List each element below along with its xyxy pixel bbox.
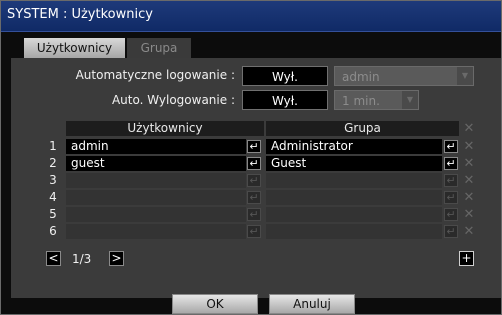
row-number: 4 bbox=[49, 190, 57, 204]
enter-icon[interactable]: ↵ bbox=[247, 157, 261, 170]
auto-logout-select[interactable]: Wył. bbox=[242, 90, 328, 110]
enter-icon: ↵ bbox=[247, 208, 261, 221]
group-cell[interactable]: Administrator bbox=[266, 139, 442, 154]
add-user-button[interactable]: + bbox=[459, 251, 474, 266]
row-number: 1 bbox=[49, 139, 57, 153]
delete-icon[interactable]: ✕ bbox=[463, 139, 475, 154]
delete-icon: ✕ bbox=[463, 207, 475, 222]
user-cell[interactable]: guest bbox=[66, 156, 246, 171]
window-title: SYSTEM : Użytkownicy bbox=[7, 7, 153, 22]
delete-icon: ✕ bbox=[463, 224, 475, 239]
enter-icon[interactable]: ↵ bbox=[444, 157, 458, 170]
close-icon: ✕ bbox=[463, 121, 475, 136]
delete-icon: ✕ bbox=[463, 173, 475, 188]
cancel-button[interactable]: Anuluj bbox=[269, 294, 355, 314]
enter-icon: ↵ bbox=[444, 208, 458, 221]
group-cell bbox=[266, 190, 442, 205]
auto-login-label: Automatyczne logowanie : bbox=[75, 68, 235, 82]
row-number: 3 bbox=[49, 173, 57, 187]
next-page-button[interactable]: > bbox=[109, 251, 124, 266]
group-cell bbox=[266, 224, 442, 239]
enter-icon[interactable]: ↵ bbox=[247, 140, 261, 153]
auto-logout-label: Auto. Wylogowanie : bbox=[111, 93, 235, 107]
user-cell bbox=[66, 207, 246, 222]
user-cell bbox=[66, 224, 246, 239]
delete-icon: ✕ bbox=[463, 190, 475, 205]
user-cell bbox=[66, 190, 246, 205]
group-column-header: Grupa bbox=[266, 121, 459, 136]
chevron-down-icon: ▼ bbox=[457, 67, 473, 85]
row-number: 2 bbox=[49, 156, 57, 170]
enter-icon: ↵ bbox=[247, 191, 261, 204]
auto-logout-time-dropdown: 1 min. ▼ bbox=[334, 90, 419, 110]
enter-icon: ↵ bbox=[247, 174, 261, 187]
auto-login-select[interactable]: Wył. bbox=[242, 66, 328, 86]
tab-group[interactable]: Grupa bbox=[127, 38, 191, 58]
page-indicator: 1/3 bbox=[72, 252, 92, 266]
users-column-header: Użytkownicy bbox=[66, 121, 264, 136]
group-cell bbox=[266, 207, 442, 222]
auto-login-user-value: admin bbox=[342, 70, 380, 84]
group-cell[interactable]: Guest bbox=[266, 156, 442, 171]
group-cell bbox=[266, 173, 442, 188]
enter-icon: ↵ bbox=[444, 225, 458, 238]
user-cell[interactable]: admin bbox=[66, 139, 246, 154]
tab-users[interactable]: Użytkownicy bbox=[24, 38, 125, 58]
users-window: SYSTEM : Użytkownicy Użytkownicy Grupa A… bbox=[0, 0, 502, 315]
user-cell bbox=[66, 173, 246, 188]
delete-icon[interactable]: ✕ bbox=[463, 156, 475, 171]
auto-logout-time-value: 1 min. bbox=[342, 94, 380, 108]
enter-icon: ↵ bbox=[247, 225, 261, 238]
title-bar: SYSTEM : Użytkownicy bbox=[1, 1, 501, 32]
row-number: 6 bbox=[49, 224, 57, 238]
chevron-down-icon: ▼ bbox=[402, 91, 418, 109]
ok-button[interactable]: OK bbox=[172, 294, 258, 314]
prev-page-button[interactable]: < bbox=[46, 251, 61, 266]
row-number: 5 bbox=[49, 207, 57, 221]
enter-icon: ↵ bbox=[444, 191, 458, 204]
enter-icon: ↵ bbox=[444, 174, 458, 187]
auto-login-user-dropdown: admin ▼ bbox=[334, 66, 474, 86]
enter-icon[interactable]: ↵ bbox=[444, 140, 458, 153]
